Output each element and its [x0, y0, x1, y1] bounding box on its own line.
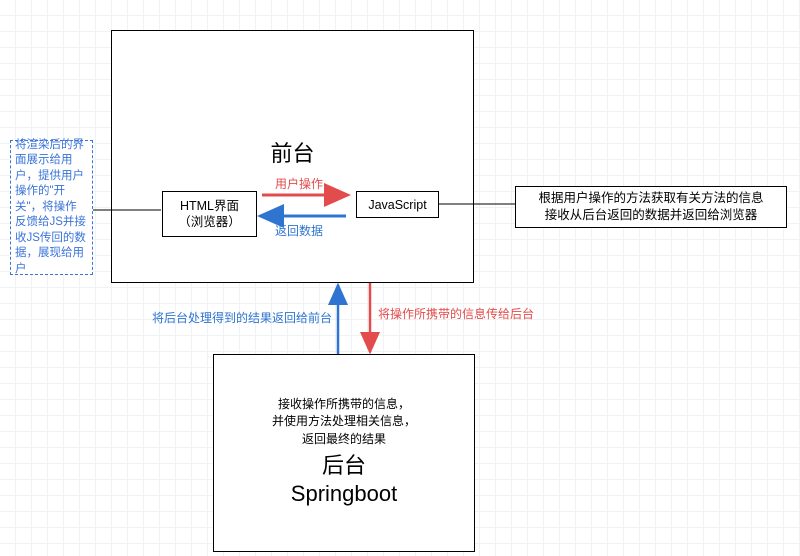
left-desc-text: 将渲染后的界面展示给用户，提供用户操作的"开关"，将操作反馈给JS并接收JS传回…	[15, 138, 88, 278]
right-desc-box: 根据用户操作的方法获取有关方法的信息 接收从后台返回的数据并返回给浏览器	[515, 186, 787, 228]
frontend-html-box: HTML界面 （浏览器）	[162, 191, 257, 237]
diagram-canvas: 前台 HTML界面 （浏览器） JavaScript 用户操作 返回数据 接收操…	[0, 0, 800, 556]
frontend-js-box: JavaScript	[356, 191, 439, 218]
frontend-js-text: JavaScript	[368, 198, 426, 212]
backend-desc: 接收操作所携带的信息， 并使用方法处理相关信息， 返回最终的结果	[214, 396, 474, 448]
user-action-label: 用户操作	[275, 177, 323, 193]
left-desc-box: 将渲染后的界面展示给用户，提供用户操作的"开关"，将操作反馈给JS并接收JS传回…	[10, 140, 93, 275]
backend-title: 后台 Springboot	[214, 452, 474, 507]
frontend-container: 前台 HTML界面 （浏览器） JavaScript	[111, 30, 474, 283]
backend-container: 接收操作所携带的信息， 并使用方法处理相关信息， 返回最终的结果 后台 Spri…	[213, 354, 475, 552]
frontend-html-text: HTML界面 （浏览器）	[178, 198, 241, 231]
js-to-backend-label: 将操作所携带的信息传给后台	[378, 307, 534, 323]
backend-to-frontend-label: 将后台处理得到的结果返回给前台	[132, 311, 332, 327]
return-data-label: 返回数据	[275, 224, 323, 240]
frontend-title: 前台	[112, 136, 473, 168]
right-desc-text: 根据用户操作的方法获取有关方法的信息 接收从后台返回的数据并返回给浏览器	[538, 190, 763, 225]
